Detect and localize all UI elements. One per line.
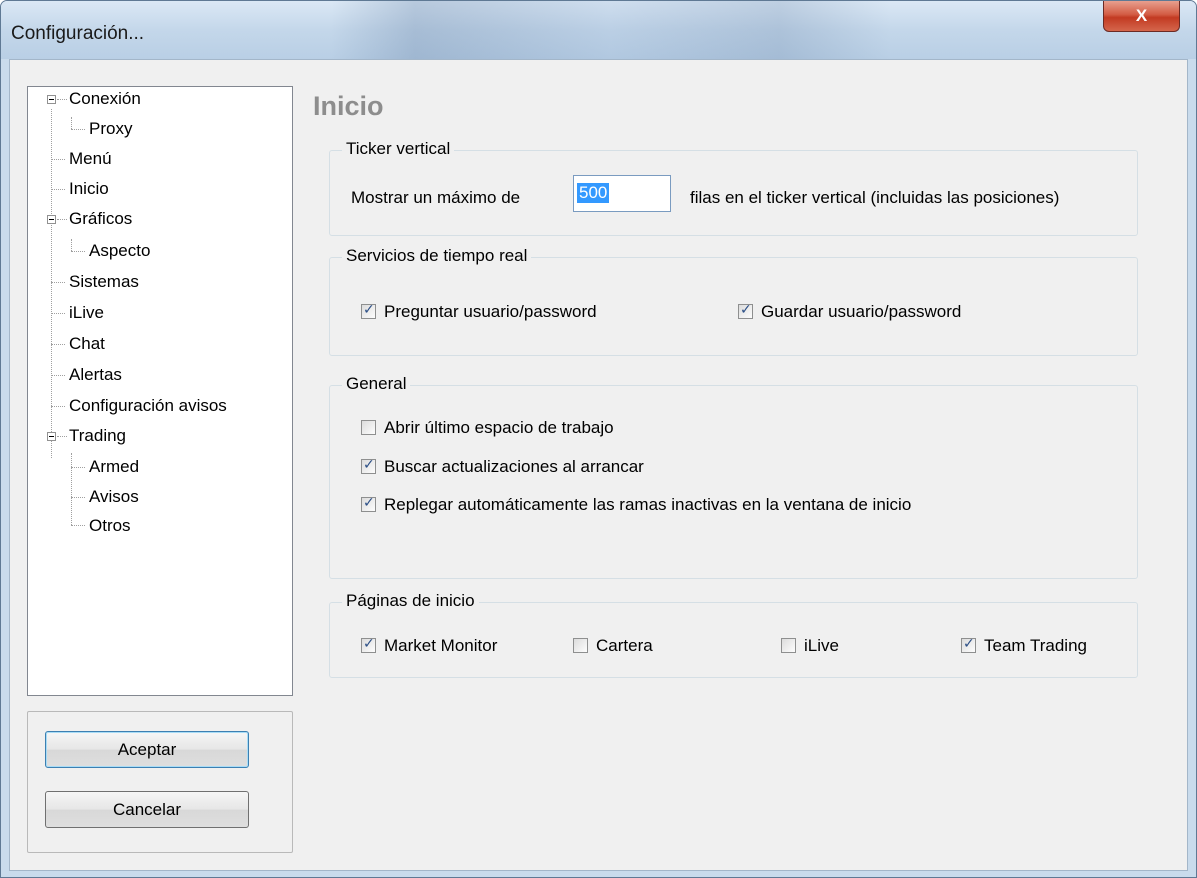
check-updates-checkbox[interactable] xyxy=(361,456,376,474)
tree-item-chat[interactable]: Chat xyxy=(69,333,105,355)
tree-item-inicio[interactable]: Inicio xyxy=(69,178,109,200)
ilive-label[interactable]: iLive xyxy=(804,636,839,656)
ilive-checkbox[interactable] xyxy=(781,638,796,653)
max-rows-input[interactable]: 500 xyxy=(573,175,671,212)
cartera-checkbox[interactable] xyxy=(573,638,588,653)
start-pages-group-label: Páginas de inicio xyxy=(342,591,479,611)
general-group: General xyxy=(329,374,1138,579)
settings-tree[interactable]: Conexión Proxy Menú Inicio Gráficos Aspe… xyxy=(27,86,293,696)
tree-item-trading[interactable]: Trading xyxy=(69,425,126,447)
tree-item-armed[interactable]: Armed xyxy=(89,456,139,478)
team-trading-checkbox[interactable] xyxy=(961,635,976,653)
tree-item-configuracion-avisos[interactable]: Configuración avisos xyxy=(69,395,227,417)
configuration-dialog: Configuración... X Conexión Proxy Menú I… xyxy=(0,0,1197,878)
accept-button[interactable]: Aceptar xyxy=(45,731,249,768)
tree-connector xyxy=(71,467,85,468)
tree-item-proxy[interactable]: Proxy xyxy=(89,118,132,140)
ticker-group-label: Ticker vertical xyxy=(342,139,455,159)
tree-item-graficos[interactable]: Gráficos xyxy=(69,208,132,230)
ticker-prefix-label: Mostrar un máximo de xyxy=(351,188,521,207)
open-workspace-checkbox[interactable] xyxy=(361,420,376,435)
tree-connector xyxy=(57,99,67,100)
collapse-icon[interactable] xyxy=(47,432,56,441)
close-button[interactable]: X xyxy=(1103,1,1180,32)
general-group-label: General xyxy=(342,374,411,394)
team-trading-label[interactable]: Team Trading xyxy=(984,636,1087,656)
save-credentials-checkbox[interactable] xyxy=(738,301,753,319)
collapse-icon[interactable] xyxy=(47,215,56,224)
tree-item-aspecto[interactable]: Aspecto xyxy=(89,240,150,262)
tree-branch-line xyxy=(71,239,72,251)
tree-connector xyxy=(51,375,65,376)
tree-item-conexion[interactable]: Conexión xyxy=(69,88,141,110)
tree-connector xyxy=(51,406,65,407)
tree-connector xyxy=(51,189,65,190)
window-title: Configuración... xyxy=(11,23,145,44)
tree-connector xyxy=(51,344,65,345)
tree-item-menu[interactable]: Menú xyxy=(69,148,112,170)
tree-item-avisos[interactable]: Avisos xyxy=(89,486,139,508)
tree-connector xyxy=(51,313,65,314)
tree-connector xyxy=(71,525,85,526)
button-panel: Aceptar Cancelar xyxy=(27,711,293,853)
open-workspace-label[interactable]: Abrir último espacio de trabajo xyxy=(384,418,614,438)
tree-connector xyxy=(71,497,85,498)
save-credentials-label[interactable]: Guardar usuario/password xyxy=(761,302,961,322)
market-monitor-checkbox[interactable] xyxy=(361,635,376,653)
tree-item-otros[interactable]: Otros xyxy=(89,515,131,537)
tree-connector xyxy=(71,129,85,130)
title-bar[interactable]: Configuración... X xyxy=(1,1,1196,59)
realtime-group-label: Servicios de tiempo real xyxy=(342,246,532,266)
page-title: Inicio xyxy=(313,91,384,121)
tree-item-alertas[interactable]: Alertas xyxy=(69,364,122,386)
ticker-suffix-label: filas en el ticker vertical (incluidas l… xyxy=(690,188,1060,207)
tree-branch-line xyxy=(71,453,72,525)
market-monitor-label[interactable]: Market Monitor xyxy=(384,636,497,656)
ask-credentials-checkbox[interactable] xyxy=(361,301,376,319)
tree-connector xyxy=(57,436,67,437)
tree-connector xyxy=(57,219,67,220)
collapse-branches-label[interactable]: Replegar automáticamente las ramas inact… xyxy=(384,495,911,515)
collapse-branches-checkbox[interactable] xyxy=(361,494,376,512)
tree-branch-line xyxy=(71,117,72,129)
tree-connector xyxy=(71,251,85,252)
max-rows-value: 500 xyxy=(577,183,610,203)
check-updates-label[interactable]: Buscar actualizaciones al arrancar xyxy=(384,457,644,477)
collapse-icon[interactable] xyxy=(47,95,56,104)
tree-connector xyxy=(51,159,65,160)
cartera-label[interactable]: Cartera xyxy=(596,636,653,656)
tree-connector xyxy=(51,282,65,283)
tree-item-ilive[interactable]: iLive xyxy=(69,302,104,324)
cancel-button[interactable]: Cancelar xyxy=(45,791,249,828)
ask-credentials-label[interactable]: Preguntar usuario/password xyxy=(384,302,597,322)
dialog-body: Conexión Proxy Menú Inicio Gráficos Aspe… xyxy=(9,59,1188,871)
tree-item-sistemas[interactable]: Sistemas xyxy=(69,271,139,293)
